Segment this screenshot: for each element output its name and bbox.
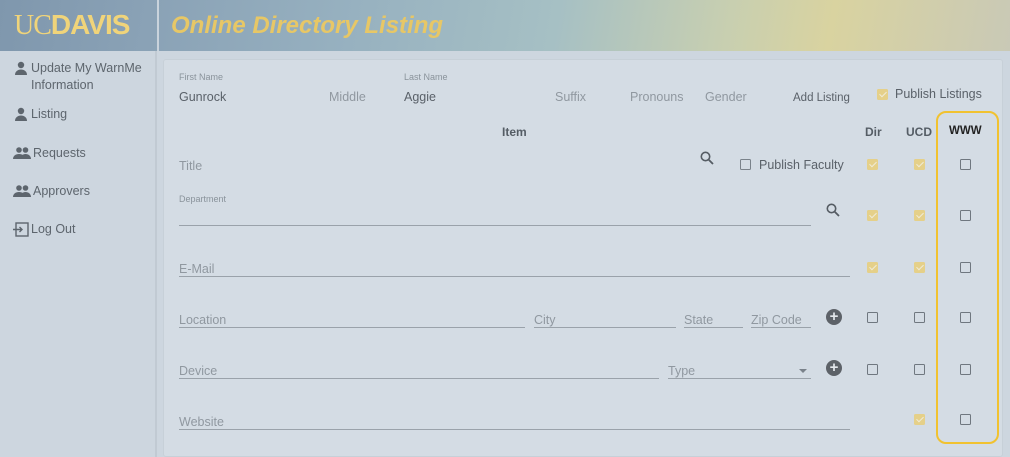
app-title: Online Directory Listing	[171, 12, 444, 39]
publish-faculty-checkbox[interactable]	[740, 159, 751, 170]
sidebar-item-label: Log Out	[31, 222, 76, 236]
pronouns-field[interactable]: Pronouns	[630, 90, 684, 104]
email-field[interactable]: E-Mail	[179, 262, 214, 276]
device-dir-checkbox[interactable]	[867, 364, 878, 375]
add-listing-button[interactable]: Add Listing	[793, 92, 850, 104]
title-ucd-checkbox[interactable]	[914, 159, 925, 170]
listing-panel	[163, 59, 1003, 457]
sidebar-item-label: Update My WarnMe Information	[31, 61, 142, 92]
sidebar-item-logout[interactable]: Log Out	[13, 221, 75, 238]
add-device-icon[interactable]: +	[826, 360, 842, 376]
publish-faculty-label: Publish Faculty	[759, 158, 844, 172]
device-ucd-checkbox[interactable]	[914, 364, 925, 375]
department-ucd-checkbox[interactable]	[914, 210, 925, 221]
city-underline	[534, 327, 676, 328]
sidebar-item-requests[interactable]: Requests	[13, 145, 86, 162]
email-dir-checkbox[interactable]	[867, 262, 878, 273]
device-type-select[interactable]: Type	[668, 364, 695, 378]
logo-uc: UC	[14, 10, 52, 41]
website-field[interactable]: Website	[179, 415, 224, 429]
add-location-icon[interactable]: +	[826, 309, 842, 325]
department-dir-checkbox[interactable]	[867, 210, 878, 221]
device-underline	[179, 378, 659, 379]
location-dir-checkbox[interactable]	[867, 312, 878, 323]
location-ucd-checkbox[interactable]	[914, 312, 925, 323]
item-column-header: Item	[502, 125, 527, 139]
device-field[interactable]: Device	[179, 364, 217, 378]
location-field[interactable]: Location	[179, 313, 226, 327]
state-field[interactable]: State	[684, 313, 713, 327]
www-column-highlight	[936, 111, 999, 444]
location-underline	[179, 327, 525, 328]
website-underline	[179, 429, 850, 430]
website-ucd-checkbox[interactable]	[914, 414, 925, 425]
ucdavis-logo[interactable]: UCDAVIS	[14, 9, 130, 42]
sidebar-item-listing[interactable]: Listing	[13, 106, 67, 123]
last-name-field[interactable]: Aggie	[404, 90, 436, 104]
logo-davis: DAVIS	[50, 9, 130, 40]
sidebar-item-label: Requests	[33, 146, 86, 160]
sidebar-item-label: Listing	[31, 107, 68, 121]
middle-name-field[interactable]: Middle	[329, 90, 366, 104]
publish-listings-label: Publish Listings	[895, 87, 982, 101]
header-divider	[157, 0, 159, 51]
suffix-field[interactable]: Suffix	[555, 90, 586, 104]
gender-field[interactable]: Gender	[705, 90, 747, 104]
first-name-field[interactable]: Gunrock	[179, 90, 226, 104]
sidebar-item-label: Approvers	[33, 184, 90, 198]
last-name-label: Last Name	[404, 72, 448, 82]
publish-listings-checkbox[interactable]	[877, 89, 888, 100]
sidebar-item-approvers[interactable]: Approvers	[13, 183, 90, 200]
chevron-down-icon[interactable]	[799, 369, 807, 373]
state-underline	[684, 327, 743, 328]
logout-icon	[13, 222, 29, 237]
app-header: UCDAVIS Online Directory Listing	[0, 0, 1010, 51]
title-field[interactable]: Title	[179, 159, 202, 173]
people-icon	[13, 147, 31, 159]
department-field[interactable]	[179, 225, 811, 226]
first-name-label: First Name	[179, 72, 224, 82]
person-icon	[15, 107, 27, 121]
title-dir-checkbox[interactable]	[867, 159, 878, 170]
dir-column-header: Dir	[865, 125, 882, 139]
sidebar-item-warnme[interactable]: Update My WarnMe Information	[13, 60, 153, 94]
zip-code-field[interactable]: Zip Code	[751, 313, 802, 327]
people-icon	[13, 185, 31, 197]
email-ucd-checkbox[interactable]	[914, 262, 925, 273]
zip-underline	[751, 327, 811, 328]
email-underline	[179, 276, 850, 277]
search-icon[interactable]	[826, 203, 840, 217]
search-icon[interactable]	[700, 151, 714, 165]
city-field[interactable]: City	[534, 313, 556, 327]
sidebar: Update My WarnMe Information Listing Req…	[0, 51, 157, 457]
type-underline	[668, 378, 811, 379]
ucd-column-header: UCD	[906, 125, 932, 139]
department-label: Department	[179, 194, 227, 204]
person-icon	[15, 61, 27, 75]
